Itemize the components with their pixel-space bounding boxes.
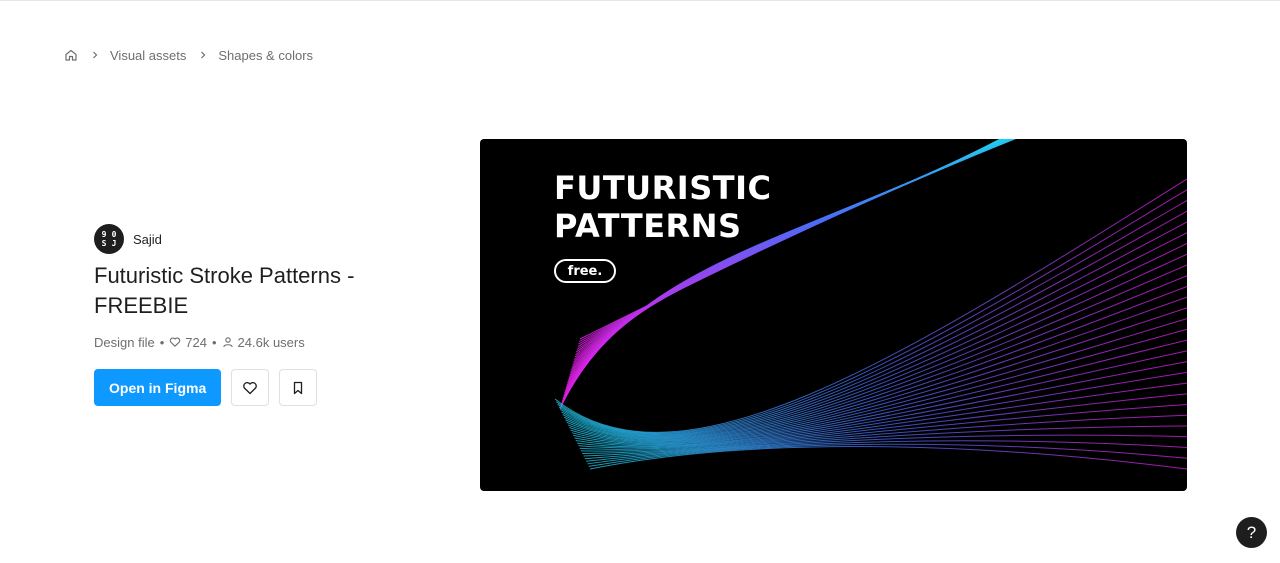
open-in-figma-button[interactable]: Open in Figma (94, 369, 222, 406)
thumbnail-title-line: PATTERNS (554, 207, 742, 245)
users-count: 24.6k users (237, 334, 305, 350)
avatar-char: 0 (111, 230, 117, 239)
chevron-right-icon (90, 50, 100, 60)
bookmark-icon (291, 381, 305, 395)
file-type: Design file (94, 334, 155, 350)
avatar-char: S (101, 239, 107, 248)
like-button[interactable] (231, 369, 270, 406)
likes-count: 724 (185, 334, 207, 350)
avatar-char: J (111, 239, 117, 248)
chevron-right-icon (198, 50, 208, 60)
meta-separator: • (211, 334, 217, 350)
author-name[interactable]: Sajid (133, 232, 162, 247)
file-thumbnail[interactable]: FUTURISTIC PATTERNS free. (480, 139, 1187, 491)
user-icon (222, 336, 234, 348)
help-button[interactable]: ? (1236, 517, 1267, 548)
thumbnail-title-line: FUTURISTIC (554, 169, 772, 207)
wave-line (570, 307, 1187, 443)
file-title: Futuristic Stroke Patterns - FREEBIE (94, 263, 355, 318)
top-divider (0, 0, 1280, 1)
thumbnail-title: FUTURISTIC PATTERNS (554, 169, 771, 245)
home-icon[interactable] (64, 48, 78, 62)
file-actions: Open in Figma (94, 369, 318, 406)
meta-separator: • (159, 334, 165, 350)
wave-line (563, 253, 1187, 439)
breadcrumb-visual-assets[interactable]: Visual assets (110, 48, 186, 63)
file-meta: Design file • 724 • 24.6k users (94, 333, 305, 351)
wave-line (562, 242, 1187, 438)
heart-icon (242, 380, 258, 396)
breadcrumb-shapes-colors[interactable]: Shapes & colors (218, 48, 313, 63)
author-info: 9 0 S J Sajid (94, 224, 162, 254)
avatar-char: 9 (101, 230, 107, 239)
avatar[interactable]: 9 0 S J (94, 224, 124, 254)
wave-line (565, 264, 1187, 440)
heart-icon (169, 336, 181, 348)
free-badge: free. (554, 259, 616, 283)
bookmark-button[interactable] (279, 369, 318, 406)
breadcrumb: Visual assets Shapes & colors (64, 45, 313, 65)
